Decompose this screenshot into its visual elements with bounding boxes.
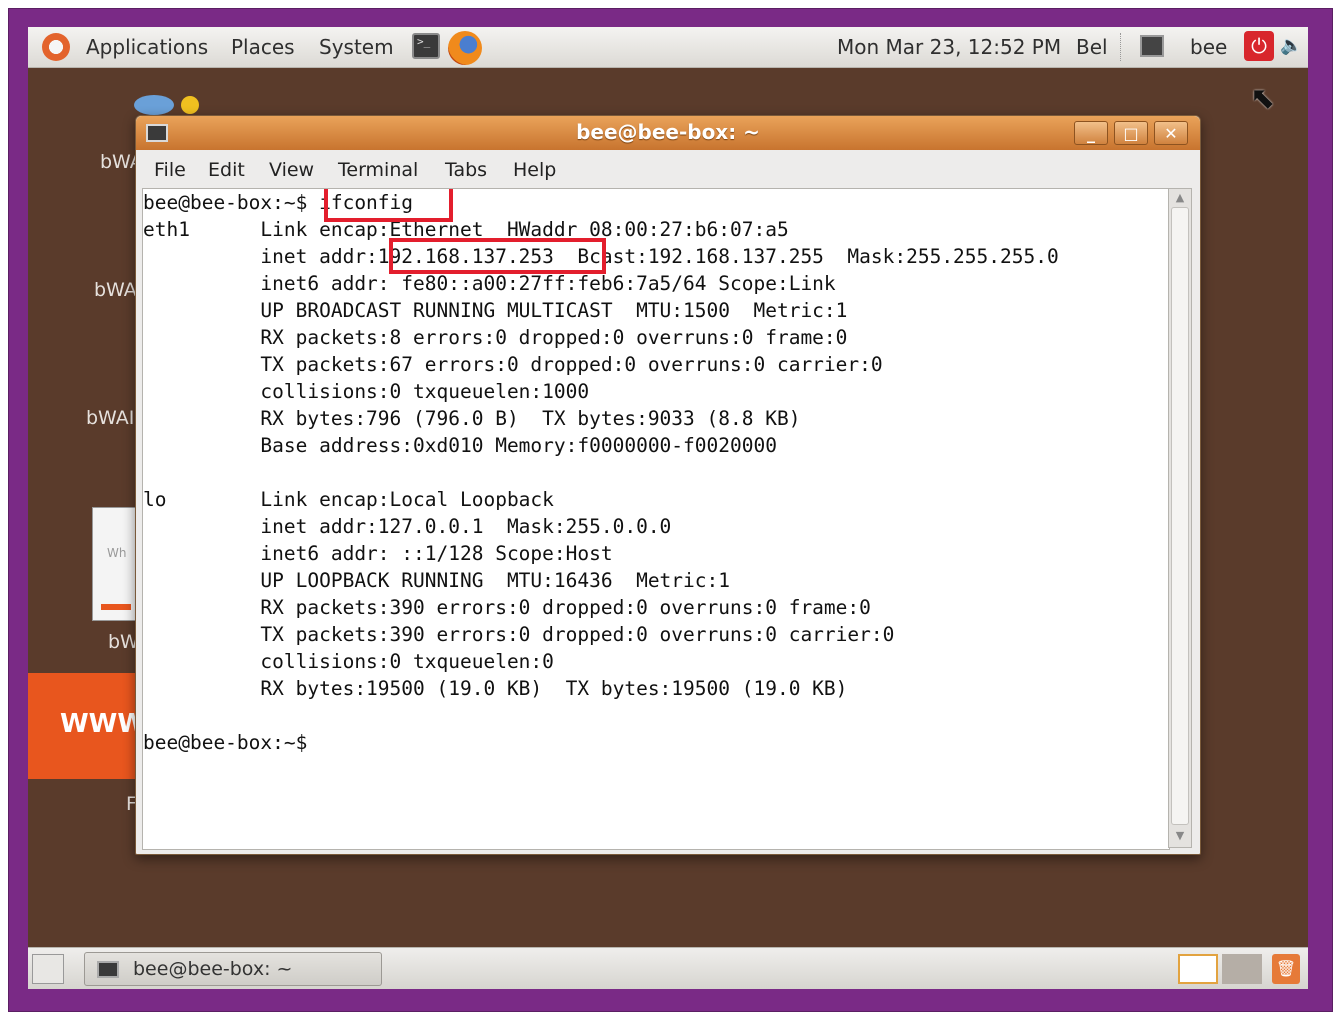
menu-terminal[interactable]: Terminal bbox=[338, 159, 418, 181]
menu-tabs[interactable]: Tabs bbox=[445, 159, 487, 181]
mouse-cursor-icon: ⬉ bbox=[1250, 81, 1276, 116]
document-thumbnail-bar bbox=[101, 604, 131, 610]
taskbar-label: bee@bee-box: ~ bbox=[133, 958, 293, 980]
terminal-line: UP LOOPBACK RUNNING MTU:16436 Metric:1 bbox=[143, 569, 730, 592]
terminal-line: inet addr:127.0.0.1 Mask:255.0.0.0 bbox=[143, 515, 672, 538]
scroll-up-arrow-icon[interactable]: ▲ bbox=[1172, 191, 1188, 205]
terminal-menubar: File Edit View Terminal Tabs Help bbox=[136, 150, 1200, 188]
minimize-button[interactable]: _ bbox=[1074, 121, 1108, 145]
network-monitor-icon[interactable] bbox=[1140, 35, 1164, 57]
terminal-line: TX packets:67 errors:0 dropped:0 overrun… bbox=[143, 353, 883, 376]
terminal-window: bee@bee-box: ~ _ □ ✕ File Edit View Term… bbox=[135, 115, 1201, 855]
terminal-line: collisions:0 txqueuelen:1000 bbox=[143, 380, 590, 403]
terminal-line: lo Link encap:Local Loopback bbox=[143, 488, 554, 511]
power-icon[interactable]: ⏻ bbox=[1244, 31, 1274, 61]
menu-edit[interactable]: Edit bbox=[208, 159, 245, 181]
user-name[interactable]: bee bbox=[1190, 35, 1227, 59]
close-button[interactable]: ✕ bbox=[1154, 121, 1188, 145]
terminal-line: RX bytes:796 (796.0 B) TX bytes:9033 (8.… bbox=[143, 407, 801, 430]
bottom-panel: bee@bee-box: ~ 🗑 bbox=[28, 947, 1308, 989]
terminal-line: inet addr:192.168.137.253 Bcast:192.168.… bbox=[143, 245, 1059, 268]
show-desktop-icon[interactable] bbox=[32, 954, 64, 984]
ubuntu-logo-icon[interactable] bbox=[42, 33, 70, 61]
desktop: Applications Places System >_ Mon Mar 23… bbox=[28, 27, 1308, 989]
document-thumbnail-text: Wh bbox=[107, 546, 127, 560]
terminal-line: TX packets:390 errors:0 dropped:0 overru… bbox=[143, 623, 895, 646]
menu-system[interactable]: System bbox=[319, 35, 394, 59]
terminal-line: RX bytes:19500 (19.0 KB) TX bytes:19500 … bbox=[143, 677, 848, 700]
terminal-line: eth1 Link encap:Ethernet HWaddr 08:00:27… bbox=[143, 218, 789, 241]
terminal-line: RX packets:8 errors:0 dropped:0 overruns… bbox=[143, 326, 848, 349]
maximize-button[interactable]: □ bbox=[1114, 121, 1148, 145]
keyboard-layout[interactable]: Bel bbox=[1076, 35, 1108, 59]
menu-places[interactable]: Places bbox=[231, 35, 295, 59]
desktop-document-icon[interactable]: Wh bbox=[92, 507, 138, 621]
banner-text: WWW bbox=[60, 709, 147, 739]
trash-icon[interactable]: 🗑 bbox=[1272, 954, 1300, 984]
desktop-icon-label[interactable]: bWAI bbox=[86, 407, 134, 429]
clock[interactable]: Mon Mar 23, 12:52 PM bbox=[837, 35, 1061, 59]
workspace-1[interactable] bbox=[1178, 954, 1218, 984]
taskbar-terminal-button[interactable]: bee@bee-box: ~ bbox=[84, 952, 382, 986]
terminal-scrollbar[interactable]: ▲ ▼ bbox=[1168, 188, 1192, 848]
taskbar-terminal-icon bbox=[97, 961, 119, 978]
terminal-line: inet6 addr: ::1/128 Scope:Host bbox=[143, 542, 613, 565]
terminal-prompt: bee@bee-box:~$ bbox=[143, 731, 308, 754]
scroll-thumb[interactable] bbox=[1171, 207, 1189, 825]
menu-view[interactable]: View bbox=[269, 159, 314, 181]
workspace-2[interactable] bbox=[1222, 954, 1262, 984]
desktop-banner: WWW bbox=[28, 673, 146, 779]
panel-separator bbox=[1120, 33, 1123, 61]
scroll-down-arrow-icon[interactable]: ▼ bbox=[1172, 829, 1188, 843]
terminal-line: collisions:0 txqueuelen:0 bbox=[143, 650, 554, 673]
terminal-line: inet6 addr: fe80::a00:27ff:feb6:7a5/64 S… bbox=[143, 272, 836, 295]
terminal-line: RX packets:390 errors:0 dropped:0 overru… bbox=[143, 596, 871, 619]
volume-icon[interactable]: 🔈 bbox=[1280, 35, 1306, 59]
window-titlebar[interactable]: bee@bee-box: ~ _ □ ✕ bbox=[136, 116, 1200, 150]
terminal-launcher-icon[interactable]: >_ bbox=[412, 33, 440, 59]
menu-help[interactable]: Help bbox=[513, 159, 556, 181]
window-title: bee@bee-box: ~ bbox=[576, 120, 760, 144]
terminal-line: Base address:0xd010 Memory:f0000000-f002… bbox=[143, 434, 777, 457]
desktop-icon-label[interactable]: bWA bbox=[94, 279, 137, 301]
menu-file[interactable]: File bbox=[154, 159, 186, 181]
terminal-output[interactable]: bee@bee-box:~$ ifconfig eth1 Link encap:… bbox=[142, 188, 1170, 850]
menu-applications[interactable]: Applications bbox=[86, 35, 208, 59]
top-panel: Applications Places System >_ Mon Mar 23… bbox=[28, 27, 1308, 68]
terminal-line: bee@bee-box:~$ ifconfig bbox=[143, 191, 414, 214]
terminal-line: UP BROADCAST RUNNING MULTICAST MTU:1500 … bbox=[143, 299, 848, 322]
firefox-launcher-icon[interactable] bbox=[448, 31, 482, 65]
